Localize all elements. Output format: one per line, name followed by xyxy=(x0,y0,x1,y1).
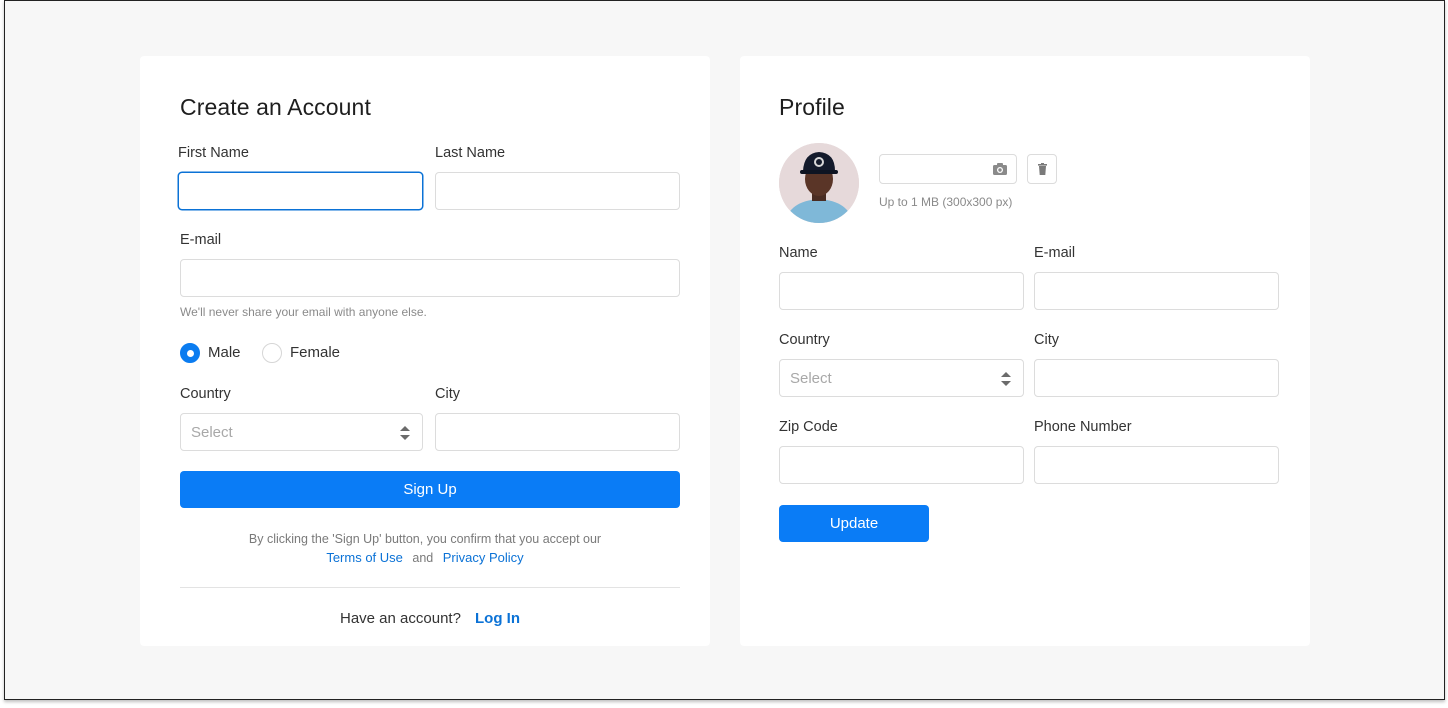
delete-photo-button[interactable] xyxy=(1027,154,1057,184)
sort-arrows-icon xyxy=(400,426,410,440)
signup-card: Create an Account First Name Last Name E… xyxy=(140,56,710,646)
country-select[interactable]: Select xyxy=(779,359,1024,397)
zip-code-label: Zip Code xyxy=(779,419,838,435)
email-field[interactable] xyxy=(1034,272,1279,310)
gender-label-male: Male xyxy=(208,344,241,361)
first-name-label: First Name xyxy=(178,145,249,161)
country-select[interactable]: Select xyxy=(180,413,423,451)
avatar xyxy=(779,143,859,223)
and-text: and xyxy=(412,551,434,565)
legal-links: Terms of Use and Privacy Policy xyxy=(140,550,710,565)
profile-title: Profile xyxy=(779,94,845,120)
camera-icon[interactable] xyxy=(993,163,1007,175)
email-label: E-mail xyxy=(180,232,222,248)
trash-icon xyxy=(1038,163,1047,175)
upload-hint: Up to 1 MB (300x300 px) xyxy=(879,195,1013,209)
country-select-placeholder: Select xyxy=(191,424,233,441)
last-name-field[interactable] xyxy=(435,172,680,210)
gender-radio-female[interactable] xyxy=(262,343,282,363)
city-field[interactable] xyxy=(435,413,680,451)
phone-number-field[interactable] xyxy=(1034,446,1279,484)
first-name-field[interactable] xyxy=(178,172,423,210)
phone-number-label: Phone Number xyxy=(1034,419,1132,435)
name-field[interactable] xyxy=(779,272,1024,310)
country-label: Country xyxy=(180,386,231,402)
country-label: Country xyxy=(779,332,830,348)
profile-card: Profile Up to 1 MB (300x300 px) Name E-m… xyxy=(740,56,1310,646)
name-label: Name xyxy=(779,245,818,261)
page-frame: Create an Account First Name Last Name E… xyxy=(4,0,1445,700)
have-account-text: Have an account? xyxy=(340,610,461,627)
privacy-policy-link[interactable]: Privacy Policy xyxy=(443,550,524,565)
signup-title: Create an Account xyxy=(180,94,371,120)
last-name-label: Last Name xyxy=(435,145,506,161)
gender-radio-male[interactable] xyxy=(180,343,200,363)
sort-arrows-icon xyxy=(1001,372,1011,386)
divider xyxy=(180,587,680,588)
update-button[interactable]: Update xyxy=(779,505,929,542)
city-label: City xyxy=(1034,332,1059,348)
gender-label-female: Female xyxy=(290,344,341,361)
city-field[interactable] xyxy=(1034,359,1279,397)
zip-code-field[interactable] xyxy=(779,446,1024,484)
sign-up-button[interactable]: Sign Up xyxy=(180,471,680,508)
email-hint: We'll never share your email with anyone… xyxy=(180,305,427,319)
terms-of-use-link[interactable]: Terms of Use xyxy=(326,550,403,565)
user-photo-icon xyxy=(779,143,859,223)
country-select-placeholder: Select xyxy=(790,370,832,387)
legal-text: By clicking the 'Sign Up' button, you co… xyxy=(248,532,602,546)
city-label: City xyxy=(435,386,460,402)
log-in-link[interactable]: Log In xyxy=(475,610,520,627)
photo-upload-field[interactable] xyxy=(879,154,1017,184)
email-field[interactable] xyxy=(180,259,680,297)
email-label: E-mail xyxy=(1034,245,1076,261)
